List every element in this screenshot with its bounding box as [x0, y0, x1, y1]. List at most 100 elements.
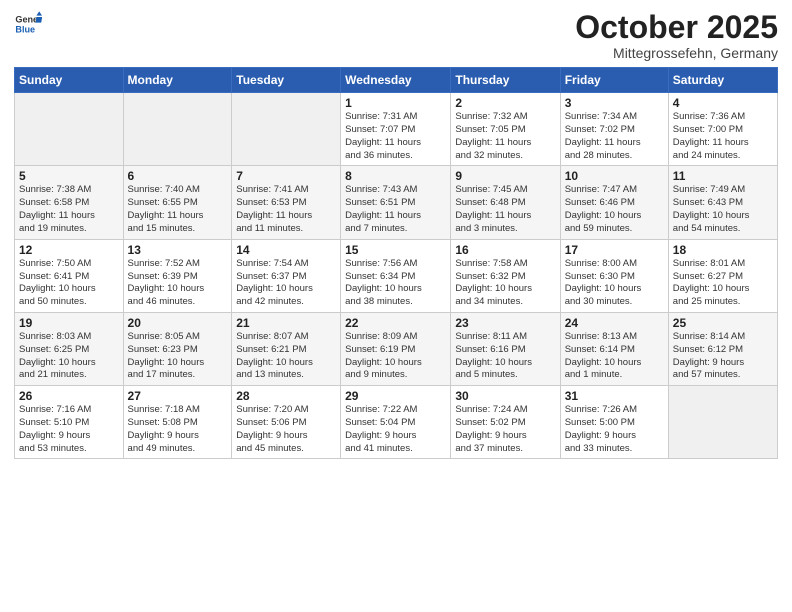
day-cell: 1Sunrise: 7:31 AM Sunset: 7:07 PM Daylig…: [341, 93, 451, 166]
day-number: 2: [455, 96, 555, 110]
day-info: Sunrise: 8:01 AM Sunset: 6:27 PM Dayligh…: [673, 258, 773, 309]
day-info: Sunrise: 7:20 AM Sunset: 5:06 PM Dayligh…: [236, 404, 336, 455]
day-cell: 10Sunrise: 7:47 AM Sunset: 6:46 PM Dayli…: [560, 166, 668, 239]
day-number: 5: [19, 169, 119, 183]
day-cell: [15, 93, 124, 166]
weekday-header-tuesday: Tuesday: [232, 68, 341, 93]
day-info: Sunrise: 7:38 AM Sunset: 6:58 PM Dayligh…: [19, 184, 119, 235]
day-cell: 7Sunrise: 7:41 AM Sunset: 6:53 PM Daylig…: [232, 166, 341, 239]
day-cell: 11Sunrise: 7:49 AM Sunset: 6:43 PM Dayli…: [668, 166, 777, 239]
day-info: Sunrise: 7:45 AM Sunset: 6:48 PM Dayligh…: [455, 184, 555, 235]
day-cell: [123, 93, 232, 166]
day-info: Sunrise: 8:11 AM Sunset: 6:16 PM Dayligh…: [455, 331, 555, 382]
day-cell: 8Sunrise: 7:43 AM Sunset: 6:51 PM Daylig…: [341, 166, 451, 239]
day-info: Sunrise: 7:56 AM Sunset: 6:34 PM Dayligh…: [345, 258, 446, 309]
week-row-4: 19Sunrise: 8:03 AM Sunset: 6:25 PM Dayli…: [15, 312, 778, 385]
day-number: 10: [565, 169, 664, 183]
day-number: 29: [345, 389, 446, 403]
day-info: Sunrise: 7:47 AM Sunset: 6:46 PM Dayligh…: [565, 184, 664, 235]
day-info: Sunrise: 7:22 AM Sunset: 5:04 PM Dayligh…: [345, 404, 446, 455]
day-info: Sunrise: 7:16 AM Sunset: 5:10 PM Dayligh…: [19, 404, 119, 455]
day-cell: 26Sunrise: 7:16 AM Sunset: 5:10 PM Dayli…: [15, 386, 124, 459]
day-number: 21: [236, 316, 336, 330]
day-cell: 12Sunrise: 7:50 AM Sunset: 6:41 PM Dayli…: [15, 239, 124, 312]
weekday-header-row: SundayMondayTuesdayWednesdayThursdayFrid…: [15, 68, 778, 93]
day-info: Sunrise: 7:31 AM Sunset: 7:07 PM Dayligh…: [345, 111, 446, 162]
day-cell: [668, 386, 777, 459]
week-row-3: 12Sunrise: 7:50 AM Sunset: 6:41 PM Dayli…: [15, 239, 778, 312]
title-block: October 2025 Mittegrossefehn, Germany: [575, 10, 778, 61]
day-info: Sunrise: 8:00 AM Sunset: 6:30 PM Dayligh…: [565, 258, 664, 309]
day-info: Sunrise: 7:32 AM Sunset: 7:05 PM Dayligh…: [455, 111, 555, 162]
day-info: Sunrise: 8:03 AM Sunset: 6:25 PM Dayligh…: [19, 331, 119, 382]
day-info: Sunrise: 7:58 AM Sunset: 6:32 PM Dayligh…: [455, 258, 555, 309]
day-cell: 22Sunrise: 8:09 AM Sunset: 6:19 PM Dayli…: [341, 312, 451, 385]
header-row: General Blue October 2025 Mittegrossefeh…: [14, 10, 778, 61]
day-number: 20: [128, 316, 228, 330]
month-title: October 2025: [575, 10, 778, 45]
week-row-5: 26Sunrise: 7:16 AM Sunset: 5:10 PM Dayli…: [15, 386, 778, 459]
day-cell: 14Sunrise: 7:54 AM Sunset: 6:37 PM Dayli…: [232, 239, 341, 312]
day-number: 7: [236, 169, 336, 183]
day-number: 11: [673, 169, 773, 183]
weekday-header-friday: Friday: [560, 68, 668, 93]
day-number: 13: [128, 243, 228, 257]
day-number: 3: [565, 96, 664, 110]
day-info: Sunrise: 7:24 AM Sunset: 5:02 PM Dayligh…: [455, 404, 555, 455]
day-cell: 19Sunrise: 8:03 AM Sunset: 6:25 PM Dayli…: [15, 312, 124, 385]
day-number: 30: [455, 389, 555, 403]
day-cell: 6Sunrise: 7:40 AM Sunset: 6:55 PM Daylig…: [123, 166, 232, 239]
day-cell: 31Sunrise: 7:26 AM Sunset: 5:00 PM Dayli…: [560, 386, 668, 459]
day-cell: 18Sunrise: 8:01 AM Sunset: 6:27 PM Dayli…: [668, 239, 777, 312]
day-number: 18: [673, 243, 773, 257]
day-info: Sunrise: 7:49 AM Sunset: 6:43 PM Dayligh…: [673, 184, 773, 235]
day-cell: 13Sunrise: 7:52 AM Sunset: 6:39 PM Dayli…: [123, 239, 232, 312]
day-cell: 24Sunrise: 8:13 AM Sunset: 6:14 PM Dayli…: [560, 312, 668, 385]
day-number: 12: [19, 243, 119, 257]
day-cell: [232, 93, 341, 166]
day-cell: 25Sunrise: 8:14 AM Sunset: 6:12 PM Dayli…: [668, 312, 777, 385]
day-info: Sunrise: 7:41 AM Sunset: 6:53 PM Dayligh…: [236, 184, 336, 235]
day-number: 19: [19, 316, 119, 330]
day-number: 8: [345, 169, 446, 183]
day-number: 25: [673, 316, 773, 330]
day-info: Sunrise: 7:26 AM Sunset: 5:00 PM Dayligh…: [565, 404, 664, 455]
day-info: Sunrise: 7:52 AM Sunset: 6:39 PM Dayligh…: [128, 258, 228, 309]
day-cell: 17Sunrise: 8:00 AM Sunset: 6:30 PM Dayli…: [560, 239, 668, 312]
day-number: 27: [128, 389, 228, 403]
weekday-header-monday: Monday: [123, 68, 232, 93]
day-cell: 2Sunrise: 7:32 AM Sunset: 7:05 PM Daylig…: [451, 93, 560, 166]
week-row-1: 1Sunrise: 7:31 AM Sunset: 7:07 PM Daylig…: [15, 93, 778, 166]
day-cell: 30Sunrise: 7:24 AM Sunset: 5:02 PM Dayli…: [451, 386, 560, 459]
weekday-header-sunday: Sunday: [15, 68, 124, 93]
day-cell: 3Sunrise: 7:34 AM Sunset: 7:02 PM Daylig…: [560, 93, 668, 166]
day-info: Sunrise: 8:13 AM Sunset: 6:14 PM Dayligh…: [565, 331, 664, 382]
day-info: Sunrise: 7:36 AM Sunset: 7:00 PM Dayligh…: [673, 111, 773, 162]
day-number: 31: [565, 389, 664, 403]
day-number: 6: [128, 169, 228, 183]
day-number: 23: [455, 316, 555, 330]
day-info: Sunrise: 7:43 AM Sunset: 6:51 PM Dayligh…: [345, 184, 446, 235]
day-number: 15: [345, 243, 446, 257]
subtitle: Mittegrossefehn, Germany: [575, 45, 778, 61]
day-info: Sunrise: 8:14 AM Sunset: 6:12 PM Dayligh…: [673, 331, 773, 382]
day-info: Sunrise: 8:05 AM Sunset: 6:23 PM Dayligh…: [128, 331, 228, 382]
logo: General Blue: [14, 10, 42, 38]
day-info: Sunrise: 7:54 AM Sunset: 6:37 PM Dayligh…: [236, 258, 336, 309]
day-cell: 16Sunrise: 7:58 AM Sunset: 6:32 PM Dayli…: [451, 239, 560, 312]
day-cell: 15Sunrise: 7:56 AM Sunset: 6:34 PM Dayli…: [341, 239, 451, 312]
day-info: Sunrise: 7:50 AM Sunset: 6:41 PM Dayligh…: [19, 258, 119, 309]
weekday-header-thursday: Thursday: [451, 68, 560, 93]
day-cell: 20Sunrise: 8:05 AM Sunset: 6:23 PM Dayli…: [123, 312, 232, 385]
day-number: 17: [565, 243, 664, 257]
week-row-2: 5Sunrise: 7:38 AM Sunset: 6:58 PM Daylig…: [15, 166, 778, 239]
day-number: 24: [565, 316, 664, 330]
day-cell: 29Sunrise: 7:22 AM Sunset: 5:04 PM Dayli…: [341, 386, 451, 459]
day-cell: 23Sunrise: 8:11 AM Sunset: 6:16 PM Dayli…: [451, 312, 560, 385]
day-number: 14: [236, 243, 336, 257]
day-cell: 9Sunrise: 7:45 AM Sunset: 6:48 PM Daylig…: [451, 166, 560, 239]
day-info: Sunrise: 7:34 AM Sunset: 7:02 PM Dayligh…: [565, 111, 664, 162]
day-info: Sunrise: 8:07 AM Sunset: 6:21 PM Dayligh…: [236, 331, 336, 382]
day-number: 26: [19, 389, 119, 403]
day-info: Sunrise: 7:18 AM Sunset: 5:08 PM Dayligh…: [128, 404, 228, 455]
